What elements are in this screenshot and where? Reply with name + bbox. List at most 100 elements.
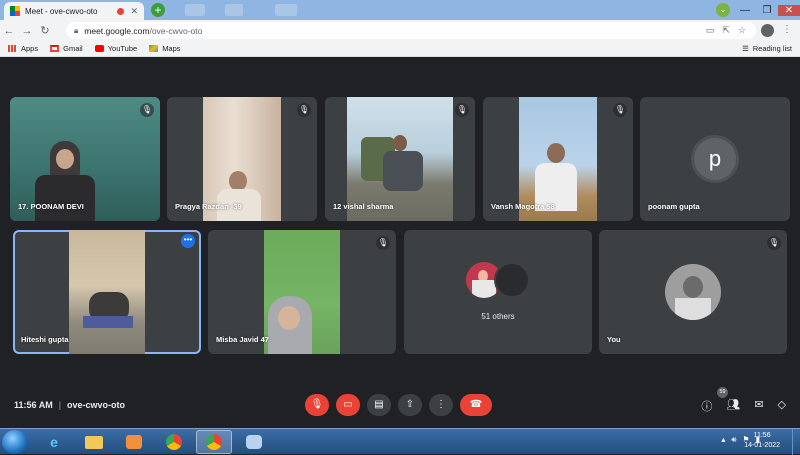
more-vert-icon: ⋮ (436, 399, 446, 410)
forward-icon[interactable]: → (18, 25, 36, 37)
bookmark-label: Maps (162, 44, 181, 53)
folder-icon (85, 435, 103, 449)
chrome-icon (206, 434, 222, 450)
info-icon[interactable]: ⓘ (701, 398, 712, 414)
bookmark-youtube[interactable]: YouTube (94, 44, 137, 53)
show-desktop-button[interactable] (792, 429, 800, 455)
url-path: /ove-cwvo-oto (149, 25, 203, 36)
apps-grid-icon (8, 45, 17, 52)
self-tile[interactable]: 🎙︎ You (599, 230, 787, 354)
mic-off-icon: 🎙︎ (455, 103, 469, 117)
window-controls: — ❐ ✕ (734, 0, 800, 20)
taskbar-ie[interactable]: e (36, 430, 72, 454)
bookmark-maps[interactable]: Maps (149, 44, 181, 53)
avatar: p (691, 135, 739, 183)
mic-off-icon: 🎙︎ (376, 236, 390, 250)
people-icon[interactable]: 👥︎ (726, 398, 740, 414)
more-options-button[interactable]: ⋮ (429, 394, 453, 416)
others-tile[interactable]: 51 others (404, 230, 592, 354)
chrome-icon (166, 434, 182, 450)
maximize-icon[interactable]: ❐ (756, 5, 778, 16)
meet-control-bar: 11:56 AM | ove-cwvo-oto 🎙︎ ▭ ▤ ⇧ ⋮ ☎︎ ⓘ 👥︎… (0, 387, 800, 420)
address-bar[interactable]: 🔒︎ meet.google.com/ove-cwvo-oto ▭ ⇱ ☆ (66, 22, 756, 39)
gmail-icon (50, 45, 60, 52)
taskbar-paint[interactable] (236, 430, 272, 454)
taskbar-media-player[interactable] (116, 430, 152, 454)
browser-menu-icon[interactable]: ⋮ (782, 24, 792, 35)
participant-name: Pragya Razdan -39 (175, 202, 242, 211)
tab-search-button[interactable]: ⌄ (716, 3, 730, 17)
bookmark-gmail[interactable]: Gmail (50, 44, 83, 53)
camera-off-icon: ▭ (343, 399, 353, 410)
tab-title: Meet - ove-cwvo-oto (25, 6, 98, 16)
person-face (278, 306, 300, 330)
leave-call-button[interactable]: ☎︎ (460, 394, 492, 416)
mic-toggle-button[interactable]: 🎙︎ (305, 394, 329, 416)
more-options-icon[interactable]: ••• (181, 234, 195, 248)
ghost-tab-icon (185, 4, 205, 16)
meeting-time: 11:56 AM (14, 400, 53, 410)
start-button[interactable] (2, 430, 28, 454)
volume-icon[interactable]: 🔊︎ (731, 435, 736, 445)
close-window-icon[interactable]: ✕ (778, 4, 800, 16)
show-hidden-icons-icon[interactable]: ▴ (721, 435, 725, 445)
browser-tab-meet[interactable]: Meet - ove-cwvo-oto ✕ (4, 2, 144, 20)
new-tab-button[interactable]: + (151, 3, 165, 17)
taskbar-time: 11:56 (753, 432, 771, 439)
bookmarks-bar: Apps Gmail YouTube Maps ☰ Reading list (0, 41, 800, 57)
meeting-info: 11:56 AM | ove-cwvo-oto (14, 400, 125, 410)
participant-tile[interactable]: 🎙︎ Vansh Magotra 58 (483, 97, 633, 221)
bookmark-label: Gmail (63, 44, 83, 53)
person-body (35, 175, 95, 221)
participant-name: Vansh Magotra 58 (491, 202, 555, 211)
taskbar-chrome-active[interactable] (196, 430, 232, 454)
person-face (393, 135, 407, 151)
person-face (56, 149, 74, 169)
taskbar-chrome[interactable] (156, 430, 192, 454)
participant-tile-selected[interactable]: ••• Hiteshi gupta (13, 230, 201, 354)
taskbar-explorer[interactable] (76, 430, 112, 454)
meet-favicon-icon (10, 6, 20, 16)
mic-off-icon: 🎙︎ (310, 399, 324, 410)
reading-list-icon: ☰ (742, 44, 749, 53)
bookmark-label: Apps (21, 44, 39, 53)
taskbar-clock[interactable]: 11:56 14-01-2022 (744, 431, 780, 451)
chat-icon[interactable]: ✉︎ (754, 398, 763, 414)
camera-permission-icon[interactable]: ▭ (706, 25, 715, 36)
avatar (665, 264, 721, 320)
reload-icon[interactable]: ↻ (36, 24, 54, 37)
omnibox-actions: ▭ ⇱ ☆ (706, 25, 746, 36)
others-count: 51 others (481, 312, 515, 321)
activities-icon[interactable]: ◇ (778, 398, 786, 414)
hang-up-icon: ☎︎ (469, 399, 483, 410)
person-face (547, 143, 565, 163)
person-face (229, 171, 247, 191)
bookmark-apps[interactable]: Apps (8, 44, 38, 53)
profile-avatar[interactable] (761, 24, 774, 37)
back-icon[interactable]: ← (0, 25, 18, 37)
captions-icon: ▤ (374, 399, 384, 410)
participant-tile[interactable]: 🎙︎ Misba Javid 47 (208, 230, 396, 354)
participant-tile[interactable]: 🎙︎ 12 vishal sharma (325, 97, 475, 221)
meet-right-actions: ⓘ 👥︎ ✉︎ ◇ (701, 398, 786, 414)
url-host: meet.google.com (84, 25, 150, 36)
tab-close-icon[interactable]: ✕ (130, 6, 138, 17)
mic-off-icon: 🎙︎ (140, 103, 154, 117)
participant-tile[interactable]: p poonam gupta (640, 97, 790, 221)
meet-stage: 🎙︎ 17. POONAM DEVI 🎙︎ Pragya Razdan -39 … (0, 58, 800, 428)
maps-icon (149, 45, 159, 52)
media-player-icon (126, 435, 142, 449)
captions-button[interactable]: ▤ (367, 394, 391, 416)
participant-name: poonam gupta (648, 202, 700, 211)
reading-list-button[interactable]: ☰ Reading list (742, 44, 792, 53)
participant-tile[interactable]: 🎙︎ 17. POONAM DEVI (10, 97, 160, 221)
share-icon[interactable]: ⇱ (722, 25, 730, 36)
bookmark-star-icon[interactable]: ☆ (738, 25, 746, 36)
camera-toggle-button[interactable]: ▭ (336, 394, 360, 416)
participant-tile[interactable]: 🎙︎ Pragya Razdan -39 (167, 97, 317, 221)
minimize-icon[interactable]: — (734, 5, 756, 16)
lock-icon[interactable]: 🔒︎ (74, 26, 78, 36)
present-screen-icon: ⇧ (405, 399, 415, 410)
present-button[interactable]: ⇧ (398, 394, 422, 416)
youtube-icon (94, 45, 104, 52)
